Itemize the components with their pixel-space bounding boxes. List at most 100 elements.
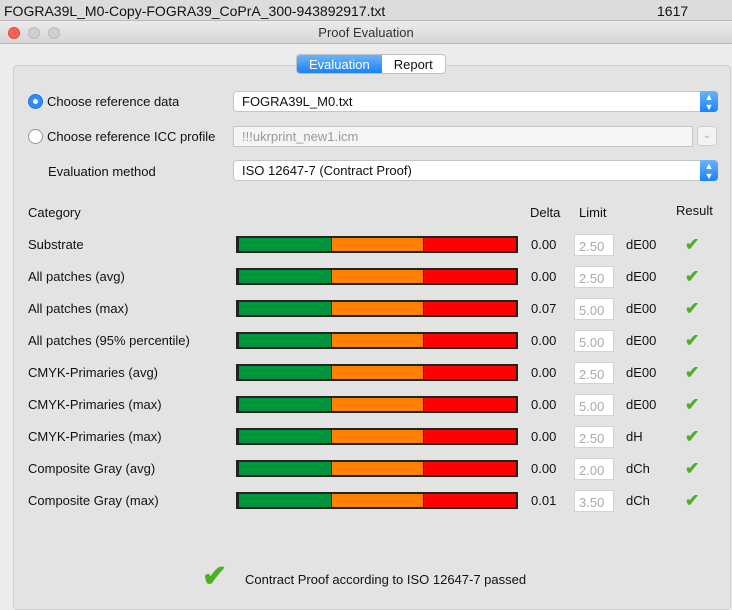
row-category: All patches (95% percentile) [28,333,190,348]
chevron-updown-icon: ▲ ▼ [700,160,718,181]
row-limit-input[interactable]: 2.00 [574,458,614,480]
row-limit-input[interactable]: 2.50 [574,426,614,448]
bar-red-zone [424,270,517,283]
evaluation-method-value: ISO 12647-7 (Contract Proof) [242,163,412,178]
row-category: All patches (avg) [28,269,125,284]
reference-data-label: Choose reference data [47,94,180,109]
row-unit: dE00 [626,333,657,348]
row-limit-input[interactable]: 2.50 [574,362,614,384]
row-unit: dCh [626,493,650,508]
delta-bar [236,460,518,477]
bar-orange-zone [331,270,425,283]
reference-data-select[interactable]: FOGRA39L_M0.txt ▲ ▼ [233,91,718,112]
row-unit: dE00 [626,269,657,284]
table-row: CMYK-Primaries (avg) 0.00 2.50 dE00 ✔ [0,362,732,384]
row-limit-input[interactable]: 2.50 [574,234,614,256]
bar-green-zone [239,398,332,411]
row-category: CMYK-Primaries (avg) [28,365,159,380]
row-delta: 0.00 [531,397,557,412]
check-icon: ✔ [685,299,700,318]
row-unit: dE00 [626,237,657,252]
bar-red-zone [424,302,517,315]
row-category: Composite Gray (avg) [28,461,156,476]
reference-icc-input[interactable]: !!!ukrprint_new1.icm [233,126,693,147]
check-icon: ✔ [685,331,700,350]
row-category: Substrate [28,237,84,252]
window-titlebar: Proof Evaluation [0,21,732,44]
bar-orange-zone [331,430,425,443]
row-unit: dE00 [626,397,657,412]
bar-red-zone [424,462,517,475]
header-limit: Limit [579,205,607,220]
file-number: 1617 [657,3,689,19]
row-limit-input[interactable]: 5.00 [574,330,614,352]
table-row: All patches (max) 0.07 5.00 dE00 ✔ [0,298,732,320]
row-unit: dE00 [626,301,657,316]
check-icon: ✔ [685,235,700,254]
row-delta: 0.00 [531,269,557,284]
reference-data-radio[interactable] [28,94,43,109]
check-icon: ✔ [685,427,700,446]
check-icon: ✔ [685,267,700,286]
row-unit: dCh [626,461,650,476]
bar-green-zone [239,302,332,315]
row-category: Composite Gray (max) [28,493,159,508]
row-delta: 0.00 [531,429,557,444]
row-limit-input[interactable]: 3.50 [574,490,614,512]
check-icon: ✔ [685,363,700,382]
reference-icc-radio[interactable] [28,129,43,144]
row-delta: 0.00 [531,365,557,380]
row-limit-input[interactable]: 5.00 [574,394,614,416]
row-delta: 0.00 [531,333,557,348]
bar-orange-zone [331,462,425,475]
row-unit: dH [626,429,643,444]
check-icon: ✔ [685,395,700,414]
delta-bar [236,332,518,349]
table-row: All patches (avg) 0.00 2.50 dE00 ✔ [0,266,732,288]
bar-red-zone [424,238,517,251]
table-row: CMYK-Primaries (max) 0.00 2.50 dH ✔ [0,426,732,448]
table-row: Composite Gray (avg) 0.00 2.00 dCh ✔ [0,458,732,480]
window-title: Proof Evaluation [318,25,414,40]
bar-orange-zone [331,366,425,379]
row-limit-input[interactable]: 2.50 [574,266,614,288]
tab-evaluation[interactable]: Evaluation [297,55,382,73]
bar-orange-zone [331,494,425,507]
row-limit-input[interactable]: 5.00 [574,298,614,320]
row-delta: 0.01 [531,493,557,508]
bar-green-zone [239,430,332,443]
bar-green-zone [239,270,332,283]
delta-bar [236,396,518,413]
bar-green-zone [239,238,332,251]
row-category: CMYK-Primaries (max) [28,397,162,412]
bar-orange-zone [331,398,425,411]
evaluation-method-select[interactable]: ISO 12647-7 (Contract Proof) ▲ ▼ [233,160,718,181]
header-category: Category [28,205,81,220]
tab-report[interactable]: Report [382,55,445,73]
summary-text: Contract Proof according to ISO 12647-7 … [245,572,527,587]
row-category: All patches (max) [28,301,129,316]
icc-dropdown-button[interactable]: ⌄ [697,126,717,146]
bar-orange-zone [331,302,425,315]
delta-bar [236,428,518,445]
bar-green-zone [239,494,332,507]
bar-red-zone [424,398,517,411]
reference-data-value: FOGRA39L_M0.txt [242,94,353,109]
row-delta: 0.00 [531,461,557,476]
bar-red-zone [424,494,517,507]
bar-red-zone [424,430,517,443]
header-delta: Delta [530,205,561,220]
bar-green-zone [239,366,332,379]
tab-bar: Evaluation Report [296,54,446,74]
evaluation-method-label: Evaluation method [48,164,156,179]
bar-orange-zone [331,334,425,347]
row-category: CMYK-Primaries (max) [28,429,162,444]
table-row: Composite Gray (max) 0.01 3.50 dCh ✔ [0,490,732,512]
file-name: FOGRA39L_M0-Copy-FOGRA39_CoPrA_300-94389… [4,3,386,19]
bar-red-zone [424,334,517,347]
bar-green-zone [239,334,332,347]
reference-icc-label: Choose reference ICC profile [47,129,216,144]
delta-bar [236,492,518,509]
table-row: CMYK-Primaries (max) 0.00 5.00 dE00 ✔ [0,394,732,416]
file-bar: FOGRA39L_M0-Copy-FOGRA39_CoPrA_300-94389… [0,0,732,21]
